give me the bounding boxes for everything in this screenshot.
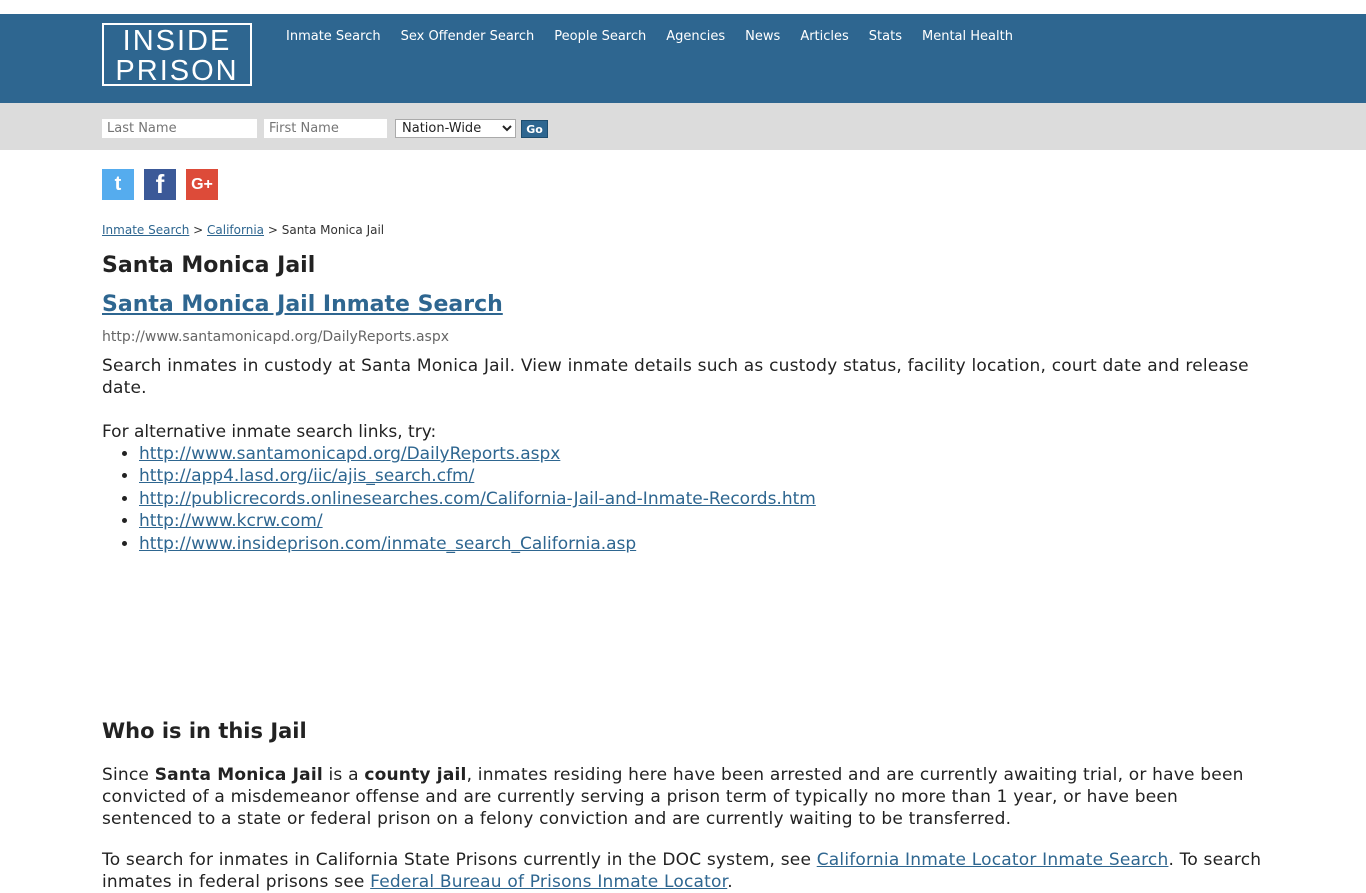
nav-articles[interactable]: Articles [800,29,848,44]
alt-link-kcrw[interactable]: http://www.kcrw.com/ [139,511,323,531]
scope-select[interactable]: Nation-Wide [395,119,516,138]
breadcrumb: Inmate Search > California > Santa Monic… [102,223,384,237]
logo-line2: PRISON [115,55,239,87]
nav-news[interactable]: News [745,29,780,44]
federal-locator-link[interactable]: Federal Bureau of Prisons Inmate Locator [370,872,727,892]
list-item: http://publicrecords.onlinesearches.com/… [139,488,816,510]
inside-prison-logo[interactable]: INSIDE PRISON [102,23,252,86]
jail-description: Search inmates in custody at Santa Monic… [102,356,1249,398]
who-heading: Who is in this Jail [102,719,307,743]
who-paragraph: Since Santa Monica Jail is a county jail… [102,764,1262,830]
alt-links-intro: For alternative inmate search links, try… [102,422,437,442]
google-plus-icon[interactable]: G+ [186,169,218,200]
breadcrumb-inmate-search[interactable]: Inmate Search [102,223,189,237]
california-locator-link[interactable]: California Inmate Locator Inmate Search [817,850,1169,870]
first-name-input[interactable] [264,119,387,138]
find-text-3: . [727,872,733,892]
nav-stats[interactable]: Stats [869,29,902,44]
list-item: http://www.santamonicapd.org/DailyReport… [139,443,816,465]
find-inmates-paragraph: To search for inmates in California Stat… [102,849,1262,893]
list-item: http://www.kcrw.com/ [139,510,816,532]
nav-people-search[interactable]: People Search [554,29,646,44]
list-item: http://app4.lasd.org/iic/ajis_search.cfm… [139,465,816,487]
breadcrumb-sep-1: > [193,223,208,237]
breadcrumb-current: Santa Monica Jail [281,223,385,237]
source-url: http://www.santamonicapd.org/DailyReport… [102,329,449,345]
site-header: INSIDE PRISON Inmate Search Sex Offender… [0,14,1366,103]
who-jail-type: county jail [364,765,467,785]
main-nav: Inmate Search Sex Offender Search People… [286,29,1033,44]
logo-line1: INSIDE [122,25,232,57]
alt-link-santamonicapd[interactable]: http://www.santamonicapd.org/DailyReport… [139,444,560,464]
breadcrumb-california[interactable]: California [207,223,264,237]
go-button[interactable]: Go [521,120,548,138]
who-pre: Since [102,765,155,785]
who-mid: is a [322,765,365,785]
inmate-search-link[interactable]: Santa Monica Jail Inmate Search [102,292,503,317]
last-name-input[interactable] [102,119,257,138]
breadcrumb-sep-2: > [267,223,282,237]
nav-inmate-search[interactable]: Inmate Search [286,29,381,44]
alt-links-list: http://www.santamonicapd.org/DailyReport… [102,443,816,555]
who-jail-name: Santa Monica Jail [154,765,323,785]
twitter-icon[interactable]: t [102,169,134,200]
search-bar: Nation-Wide Go [0,103,1366,150]
alt-link-insideprison[interactable]: http://www.insideprison.com/inmate_searc… [139,534,636,554]
alt-link-publicrecords[interactable]: http://publicrecords.onlinesearches.com/… [139,489,816,509]
nav-sex-offender-search[interactable]: Sex Offender Search [401,29,535,44]
nav-agencies[interactable]: Agencies [666,29,725,44]
top-strip [0,0,1366,14]
alt-link-lasd[interactable]: http://app4.lasd.org/iic/ajis_search.cfm… [139,466,474,486]
facebook-icon[interactable]: f [144,169,176,200]
find-text-1: To search for inmates in California Stat… [102,850,817,870]
page-title: Santa Monica Jail [102,253,316,278]
nav-mental-health[interactable]: Mental Health [922,29,1013,44]
social-buttons: t f G+ [102,169,218,200]
list-item: http://www.insideprison.com/inmate_searc… [139,533,816,555]
